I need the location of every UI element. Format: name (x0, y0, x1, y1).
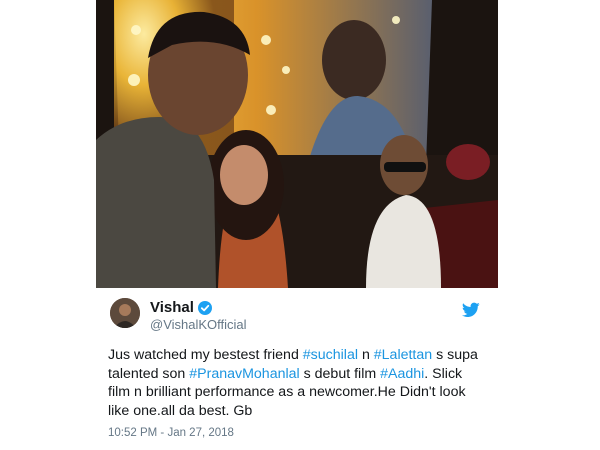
tweet-text-segment: s debut film (299, 365, 381, 382)
hashtag-link[interactable]: #suchilal (303, 347, 358, 363)
selfie-image (96, 0, 498, 288)
tweet-photo[interactable] (96, 0, 498, 288)
author-handle[interactable]: @VishalKOfficial (150, 317, 247, 332)
twitter-bird-icon[interactable] (462, 302, 480, 318)
tweet-timestamp[interactable]: 10:52 PM - Jan 27, 2018 (108, 427, 234, 439)
tweet-text: Jus watched my bestest friend #suchilal … (108, 346, 488, 420)
hashtag-link[interactable]: #Aadhi (380, 366, 424, 382)
tweet-text-segment: n (358, 347, 374, 363)
verified-badge-icon (198, 301, 212, 315)
hashtag-link[interactable]: #PranavMohanlal (189, 366, 299, 382)
avatar[interactable] (110, 298, 140, 328)
author-name[interactable]: Vishal (150, 299, 194, 316)
tweet-text-segment: Jus watched my bestest friend (108, 347, 303, 363)
tweet-header: Vishal @VishalKOfficial (110, 298, 486, 334)
hashtag-link[interactable]: #Lalettan (374, 347, 432, 363)
embedded-tweet-card: Vishal @VishalKOfficial Jus watched my b… (96, 0, 498, 450)
